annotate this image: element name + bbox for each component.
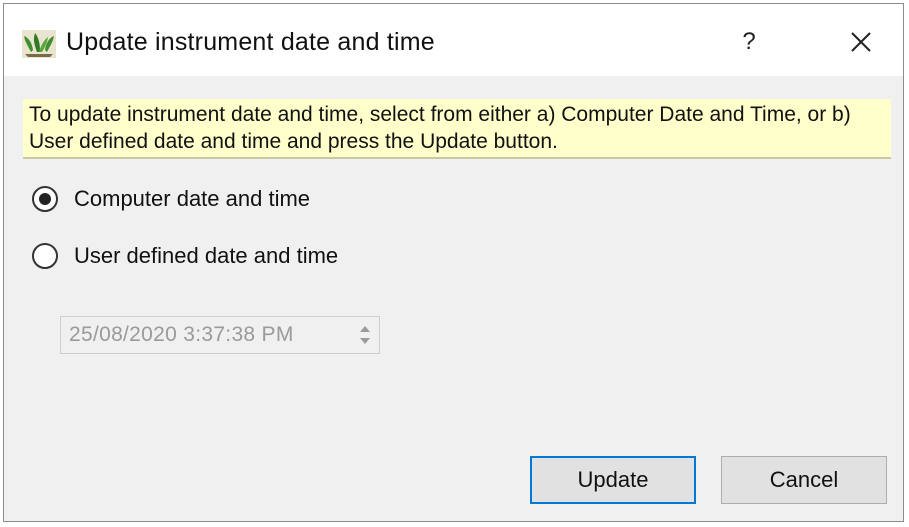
update-button[interactable]: Update (530, 456, 696, 504)
title-bar: Update instrument date and time ? (4, 4, 903, 76)
help-button[interactable]: ? (724, 20, 774, 64)
datetime-picker[interactable]: 25/08/2020 3:37:38 PM (60, 316, 380, 354)
radio-button-selected[interactable] (32, 186, 58, 212)
radio-label-user-defined: User defined date and time (74, 243, 339, 268)
info-message: To update instrument date and time, sele… (23, 99, 891, 157)
spinner-updown-icon[interactable] (357, 321, 373, 349)
close-icon (851, 32, 871, 52)
radio-label-computer: Computer date and time (74, 186, 311, 211)
cancel-button[interactable]: Cancel (721, 456, 887, 504)
datetime-value: 25/08/2020 3:37:38 PM (69, 323, 294, 346)
plant-app-icon (22, 30, 56, 58)
radio-dot (39, 193, 51, 205)
radio-button-unselected[interactable] (32, 243, 58, 269)
close-button[interactable] (836, 20, 886, 64)
update-datetime-dialog: Update instrument date and time ? To upd… (3, 3, 904, 522)
radio-user-defined-date-time[interactable]: User defined date and time (32, 241, 338, 271)
radio-computer-date-time[interactable]: Computer date and time (32, 184, 310, 214)
window-title: Update instrument date and time (66, 28, 435, 56)
